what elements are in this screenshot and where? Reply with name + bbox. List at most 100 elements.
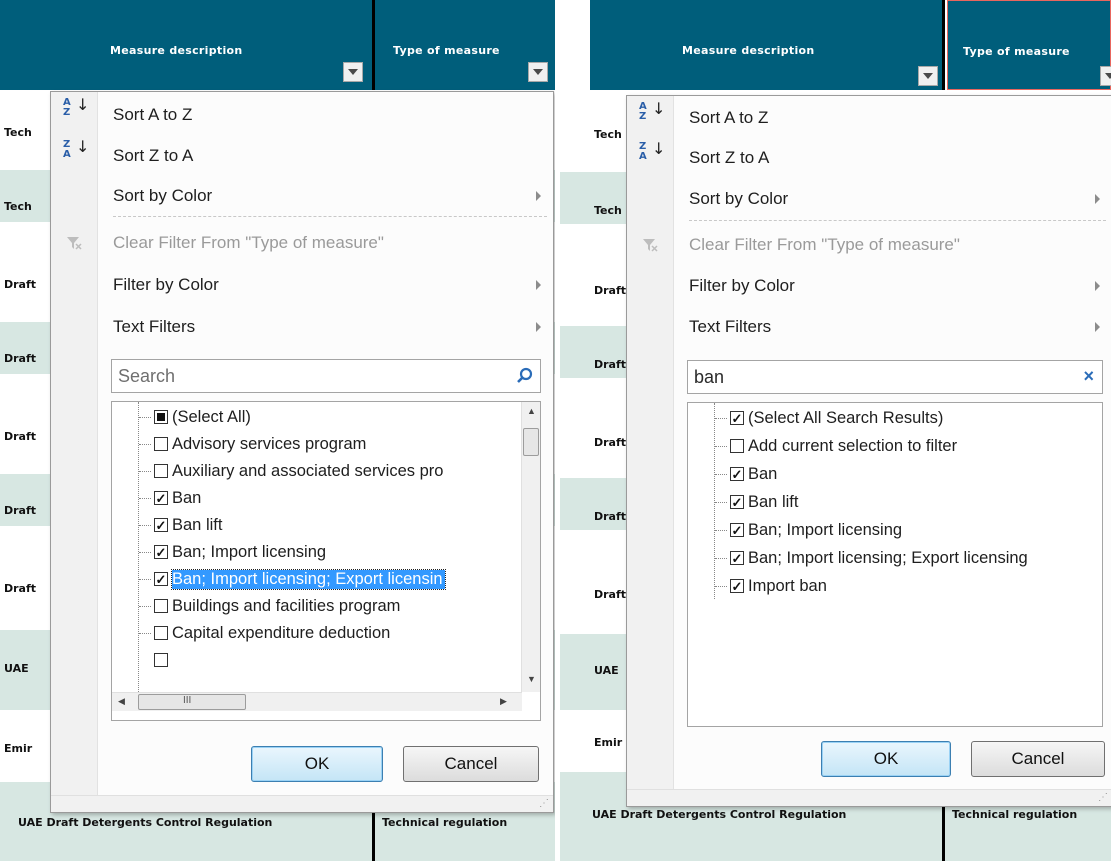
- checkbox[interactable]: ✓: [730, 495, 744, 509]
- submenu-arrow-icon: [536, 322, 541, 332]
- checkbox[interactable]: [154, 626, 168, 640]
- menu-item-text-filters[interactable]: Text Filters: [689, 317, 771, 337]
- thumb-grip-icon: III: [183, 695, 192, 706]
- scrollbar-thumb[interactable]: [523, 428, 539, 456]
- menu-icon-gutter: [627, 96, 674, 806]
- submenu-arrow-icon: [536, 280, 541, 290]
- row-cell: UAE: [594, 664, 619, 677]
- search-input[interactable]: ban ×: [687, 360, 1103, 394]
- list-item-add-to-filter[interactable]: Add current selection to filter: [730, 435, 957, 457]
- list-item-select-all[interactable]: (Select All): [154, 406, 251, 428]
- tree-line: [715, 502, 727, 503]
- list-item[interactable]: ✓ Ban: [730, 463, 777, 485]
- filter-dropdown-button[interactable]: [343, 62, 363, 82]
- resize-grip-icon[interactable]: ⋰: [1098, 792, 1108, 803]
- list-item[interactable]: ✓ Ban lift: [730, 491, 798, 513]
- submenu-arrow-icon: [536, 191, 541, 201]
- tree-line: [715, 474, 727, 475]
- vertical-scrollbar[interactable]: ▲ ▼: [521, 402, 540, 692]
- list-item[interactable]: [154, 649, 172, 671]
- list-item[interactable]: ✓ Ban; Import licensing: [730, 519, 902, 541]
- column-divider: [372, 0, 375, 90]
- menu-item-sort-za[interactable]: Sort Z to A: [113, 146, 193, 166]
- clear-filter-icon: [67, 237, 82, 250]
- search-input[interactable]: Search: [111, 359, 541, 393]
- list-item-select-all-results[interactable]: ✓ (Select All Search Results): [730, 407, 943, 429]
- header-label: Measure description: [110, 44, 243, 57]
- checkbox[interactable]: [154, 599, 168, 613]
- menu-item-clear-filter: Clear Filter From "Type of measure": [689, 235, 960, 254]
- menu-item-text-filters[interactable]: Text Filters: [113, 317, 195, 337]
- resize-grip-icon[interactable]: ⋰: [539, 798, 549, 809]
- menu-item-sort-by-color[interactable]: Sort by Color: [689, 189, 788, 209]
- row-cell: Draft: [4, 430, 37, 443]
- checkbox[interactable]: [730, 439, 744, 453]
- checkbox[interactable]: ✓: [730, 551, 744, 565]
- filter-value-list[interactable]: (Select All) Advisory services program A…: [111, 401, 541, 721]
- menu-item-filter-by-color[interactable]: Filter by Color: [689, 276, 795, 296]
- left-screenshot-panel: Measure description Type of measure Tech…: [0, 0, 555, 861]
- checkbox[interactable]: ✓: [154, 572, 168, 586]
- tree-line: [139, 471, 151, 472]
- scroll-right-arrow-icon[interactable]: ▶: [500, 696, 507, 707]
- horizontal-scrollbar[interactable]: ◀ III ▶: [112, 692, 522, 711]
- tree-line: [139, 498, 151, 499]
- checkbox[interactable]: ✓: [154, 518, 168, 532]
- checkbox[interactable]: [154, 410, 168, 424]
- sort-az-icon: A Z ↓: [639, 99, 666, 122]
- menu-item-sort-az[interactable]: Sort A to Z: [113, 105, 192, 125]
- submenu-arrow-icon: [1095, 194, 1100, 204]
- checkbox[interactable]: ✓: [154, 491, 168, 505]
- list-item[interactable]: ✓ Import ban: [730, 575, 827, 597]
- search-icon: [517, 367, 533, 383]
- menu-status-bar: [51, 795, 553, 812]
- menu-item-sort-by-color[interactable]: Sort by Color: [113, 186, 212, 206]
- scroll-up-arrow-icon[interactable]: ▲: [527, 406, 536, 416]
- menu-item-sort-az[interactable]: Sort A to Z: [689, 108, 768, 128]
- list-item[interactable]: Buildings and facilities program: [154, 595, 400, 617]
- checkbox[interactable]: ✓: [730, 523, 744, 537]
- tree-line: [714, 403, 715, 599]
- checkbox[interactable]: ✓: [730, 579, 744, 593]
- scroll-down-arrow-icon[interactable]: ▼: [527, 674, 536, 684]
- checkbox[interactable]: ✓: [154, 545, 168, 559]
- checkbox[interactable]: [154, 437, 168, 451]
- row-cell: Tech: [594, 204, 622, 217]
- clear-search-icon[interactable]: ×: [1083, 366, 1094, 387]
- ok-button[interactable]: OK: [821, 741, 951, 777]
- cancel-button[interactable]: Cancel: [971, 741, 1105, 777]
- scrollbar-thumb[interactable]: III: [138, 694, 246, 710]
- list-item[interactable]: ✓ Ban; Import licensing: [154, 541, 326, 563]
- scroll-left-arrow-icon[interactable]: ◀: [118, 696, 125, 707]
- filter-dropdown-button[interactable]: [918, 66, 938, 86]
- menu-item-filter-by-color[interactable]: Filter by Color: [113, 275, 219, 295]
- dropdown-arrow-icon: [533, 69, 543, 75]
- list-item-label: Ban; Import licensing; Export licensing: [748, 548, 1028, 567]
- list-item[interactable]: Auxiliary and associated services pro: [154, 460, 443, 482]
- list-item[interactable]: Capital expenditure deduction: [154, 622, 390, 644]
- cancel-button[interactable]: Cancel: [403, 746, 539, 782]
- checkbox[interactable]: ✓: [730, 411, 744, 425]
- checkbox[interactable]: [154, 464, 168, 478]
- clear-filter-icon: [643, 239, 658, 252]
- list-item[interactable]: ✓ Ban; Import licensing; Export licensing: [730, 547, 1028, 569]
- checkbox[interactable]: ✓: [730, 467, 744, 481]
- filter-dropdown-button[interactable]: [1100, 66, 1111, 86]
- row-cell-description: UAE Draft Detergents Control Regulation: [18, 816, 273, 829]
- checkbox[interactable]: [154, 653, 168, 667]
- row-cell: Draft: [594, 588, 627, 601]
- ok-button[interactable]: OK: [251, 746, 383, 782]
- row-cell: Draft: [4, 352, 37, 365]
- list-item-label: Add current selection to filter: [748, 436, 958, 455]
- dropdown-arrow-icon: [923, 73, 933, 79]
- menu-icon-gutter: [51, 92, 98, 812]
- row-cell: Draft: [594, 436, 627, 449]
- list-item[interactable]: Advisory services program: [154, 433, 366, 455]
- tree-line: [139, 579, 151, 580]
- list-item[interactable]: ✓ Ban lift: [154, 514, 222, 536]
- filter-dropdown-button[interactable]: [528, 62, 548, 82]
- filter-value-list[interactable]: ✓ (Select All Search Results) Add current…: [687, 402, 1103, 727]
- menu-item-sort-za[interactable]: Sort Z to A: [689, 148, 769, 168]
- list-item[interactable]: ✓ Ban: [154, 487, 201, 509]
- list-item-selected[interactable]: ✓ Ban; Import licensing; Export licensin: [154, 568, 446, 590]
